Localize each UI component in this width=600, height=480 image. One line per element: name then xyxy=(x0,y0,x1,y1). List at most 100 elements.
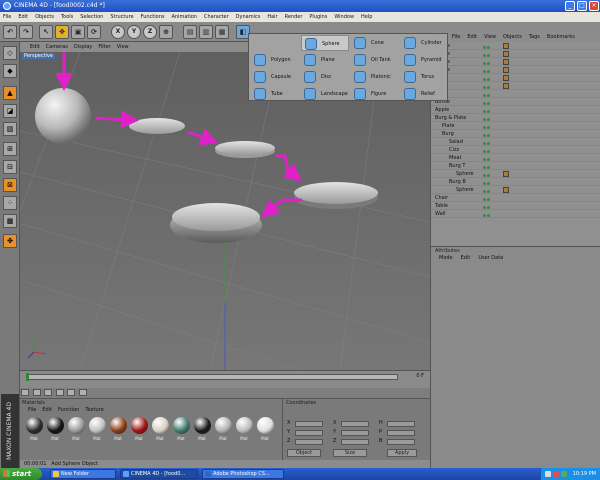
position-x-field[interactable] xyxy=(295,421,323,427)
workplane-tool-icon[interactable]: ▩ xyxy=(3,214,17,228)
use-points-tool-icon[interactable]: ▲ xyxy=(3,86,17,100)
go-to-end-icon[interactable] xyxy=(67,389,76,396)
material-swatch[interactable] xyxy=(131,417,148,434)
object-row[interactable]: ds xyxy=(431,74,600,82)
materials-menu-texture[interactable]: Texture xyxy=(85,407,103,413)
objmgr-menu-edit[interactable]: Edit xyxy=(467,32,477,42)
material-tag-icon[interactable] xyxy=(503,67,509,73)
timeline-playhead[interactable] xyxy=(26,373,29,381)
record-icon[interactable] xyxy=(78,389,87,396)
primitive-platonic[interactable]: Platonic xyxy=(351,69,399,85)
viewport-menu-cameras[interactable]: Cameras xyxy=(46,42,68,52)
disc-object-1[interactable] xyxy=(129,118,185,134)
visibility-dots-icon[interactable] xyxy=(483,92,491,97)
objmgr-menu-view[interactable]: View xyxy=(484,32,496,42)
primitive-cone[interactable]: Cone xyxy=(351,35,399,51)
object-row[interactable]: heese xyxy=(431,50,600,58)
rotate-icon[interactable]: ⟳ xyxy=(87,25,101,39)
snap-tool-icon[interactable]: ⁘ xyxy=(3,196,17,210)
attributes-menu-edit[interactable]: Edit xyxy=(461,255,471,261)
visibility-dots-icon[interactable] xyxy=(483,148,491,153)
taskbar-item-new-folder[interactable]: New Folder xyxy=(50,469,116,479)
size-y-field[interactable] xyxy=(341,430,369,436)
render-view-icon[interactable]: ▤ xyxy=(183,25,197,39)
solo-tool-icon[interactable]: ✤ xyxy=(3,234,17,248)
viewport-menu-display[interactable]: Display xyxy=(74,42,92,52)
primitive-oil-tank[interactable]: Oil Tank xyxy=(351,52,399,68)
object-row[interactable]: Burg B xyxy=(431,178,600,186)
close-button[interactable]: × xyxy=(589,1,599,11)
sphere-object[interactable] xyxy=(35,88,91,144)
previous-frame-icon[interactable] xyxy=(32,389,41,396)
axis-tool-icon[interactable]: ⊟ xyxy=(3,160,17,174)
visibility-dots-icon[interactable] xyxy=(483,212,491,217)
material-swatch[interactable] xyxy=(173,417,190,434)
object-row[interactable]: heese xyxy=(431,66,600,74)
materials-menu-edit[interactable]: Edit xyxy=(42,407,52,413)
material-swatch[interactable] xyxy=(89,417,106,434)
menu-animation[interactable]: Animation xyxy=(171,12,197,22)
scale-icon[interactable]: ▣ xyxy=(71,25,85,39)
use-edges-tool-icon[interactable]: ◪ xyxy=(3,104,17,118)
coordinate-system-icon[interactable]: ⊕ xyxy=(159,25,173,39)
material-swatch[interactable] xyxy=(47,417,64,434)
visibility-dots-icon[interactable] xyxy=(483,60,491,65)
menu-character[interactable]: Character xyxy=(204,12,229,22)
object-row[interactable]: Cizz xyxy=(431,146,600,154)
menu-objects[interactable]: Objects xyxy=(35,12,54,22)
tray-icon[interactable] xyxy=(545,471,551,477)
tweak-tool-icon[interactable]: ⊠ xyxy=(3,178,17,192)
object-row[interactable]: heese xyxy=(431,58,600,66)
render-settings-icon[interactable]: ▦ xyxy=(215,25,229,39)
taskbar-item-photoshop[interactable]: Adobe Photoshop CS... xyxy=(202,469,284,479)
object-row[interactable]: Sphere xyxy=(431,186,600,194)
material-tag-icon[interactable] xyxy=(503,75,509,81)
primitive-landscape[interactable]: Landscape xyxy=(301,86,349,102)
timeline[interactable]: 0 F xyxy=(20,370,430,388)
objmgr-menu-file[interactable]: File xyxy=(452,32,460,42)
menu-render[interactable]: Render xyxy=(285,12,303,22)
primitive-cylinder[interactable]: Cylinder xyxy=(401,35,449,51)
y-axis-icon[interactable]: Y xyxy=(127,25,141,39)
object-row[interactable]: Burg xyxy=(431,130,600,138)
material-tag-icon[interactable] xyxy=(503,43,509,49)
timeline-track[interactable] xyxy=(28,374,398,380)
maximize-button[interactable]: □ xyxy=(577,1,587,11)
object-row[interactable]: le xyxy=(431,90,600,98)
size-x-field[interactable] xyxy=(341,421,369,427)
menu-structure[interactable]: Structure xyxy=(110,12,133,22)
object-row[interactable]: Salad xyxy=(431,138,600,146)
material-tag-icon[interactable] xyxy=(503,83,509,89)
disc-object-4[interactable] xyxy=(170,203,262,243)
coordinate-mode-select[interactable]: Object xyxy=(287,449,321,457)
visibility-dots-icon[interactable] xyxy=(483,172,491,177)
menu-tools[interactable]: Tools xyxy=(61,12,73,22)
visibility-dots-icon[interactable] xyxy=(483,44,491,49)
visibility-dots-icon[interactable] xyxy=(483,52,491,57)
apply-button[interactable]: Apply xyxy=(387,449,417,457)
material-swatch[interactable] xyxy=(152,417,169,434)
visibility-dots-icon[interactable] xyxy=(483,132,491,137)
render-picture-viewer-icon[interactable]: ▥ xyxy=(199,25,213,39)
menu-edit[interactable]: Edit xyxy=(18,12,28,22)
primitive-relief[interactable]: Relief xyxy=(401,86,449,102)
menu-selection[interactable]: Selection xyxy=(80,12,103,22)
object-row[interactable]: Burg & Plate xyxy=(431,114,600,122)
undo-icon[interactable]: ↶ xyxy=(3,25,17,39)
menu-plugins[interactable]: Plugins xyxy=(309,12,327,22)
viewport-menu-view[interactable]: View xyxy=(117,42,129,52)
material-swatch[interactable] xyxy=(215,417,232,434)
object-row[interactable]: Apple xyxy=(431,106,600,114)
visibility-dots-icon[interactable] xyxy=(483,100,491,105)
redo-icon[interactable]: ↷ xyxy=(19,25,33,39)
menu-file[interactable]: File xyxy=(3,12,11,22)
object-row[interactable]: Plate xyxy=(431,122,600,130)
visibility-dots-icon[interactable] xyxy=(483,188,491,193)
texture-tool-icon[interactable]: ⊞ xyxy=(3,142,17,156)
objmgr-menu-objects[interactable]: Objects xyxy=(503,32,522,42)
primitive-disc[interactable]: Disc xyxy=(301,69,349,85)
viewport-menu-edit[interactable]: Edit xyxy=(30,42,40,52)
visibility-dots-icon[interactable] xyxy=(483,116,491,121)
go-to-start-icon[interactable] xyxy=(21,389,29,396)
material-tag-icon[interactable] xyxy=(503,171,509,177)
